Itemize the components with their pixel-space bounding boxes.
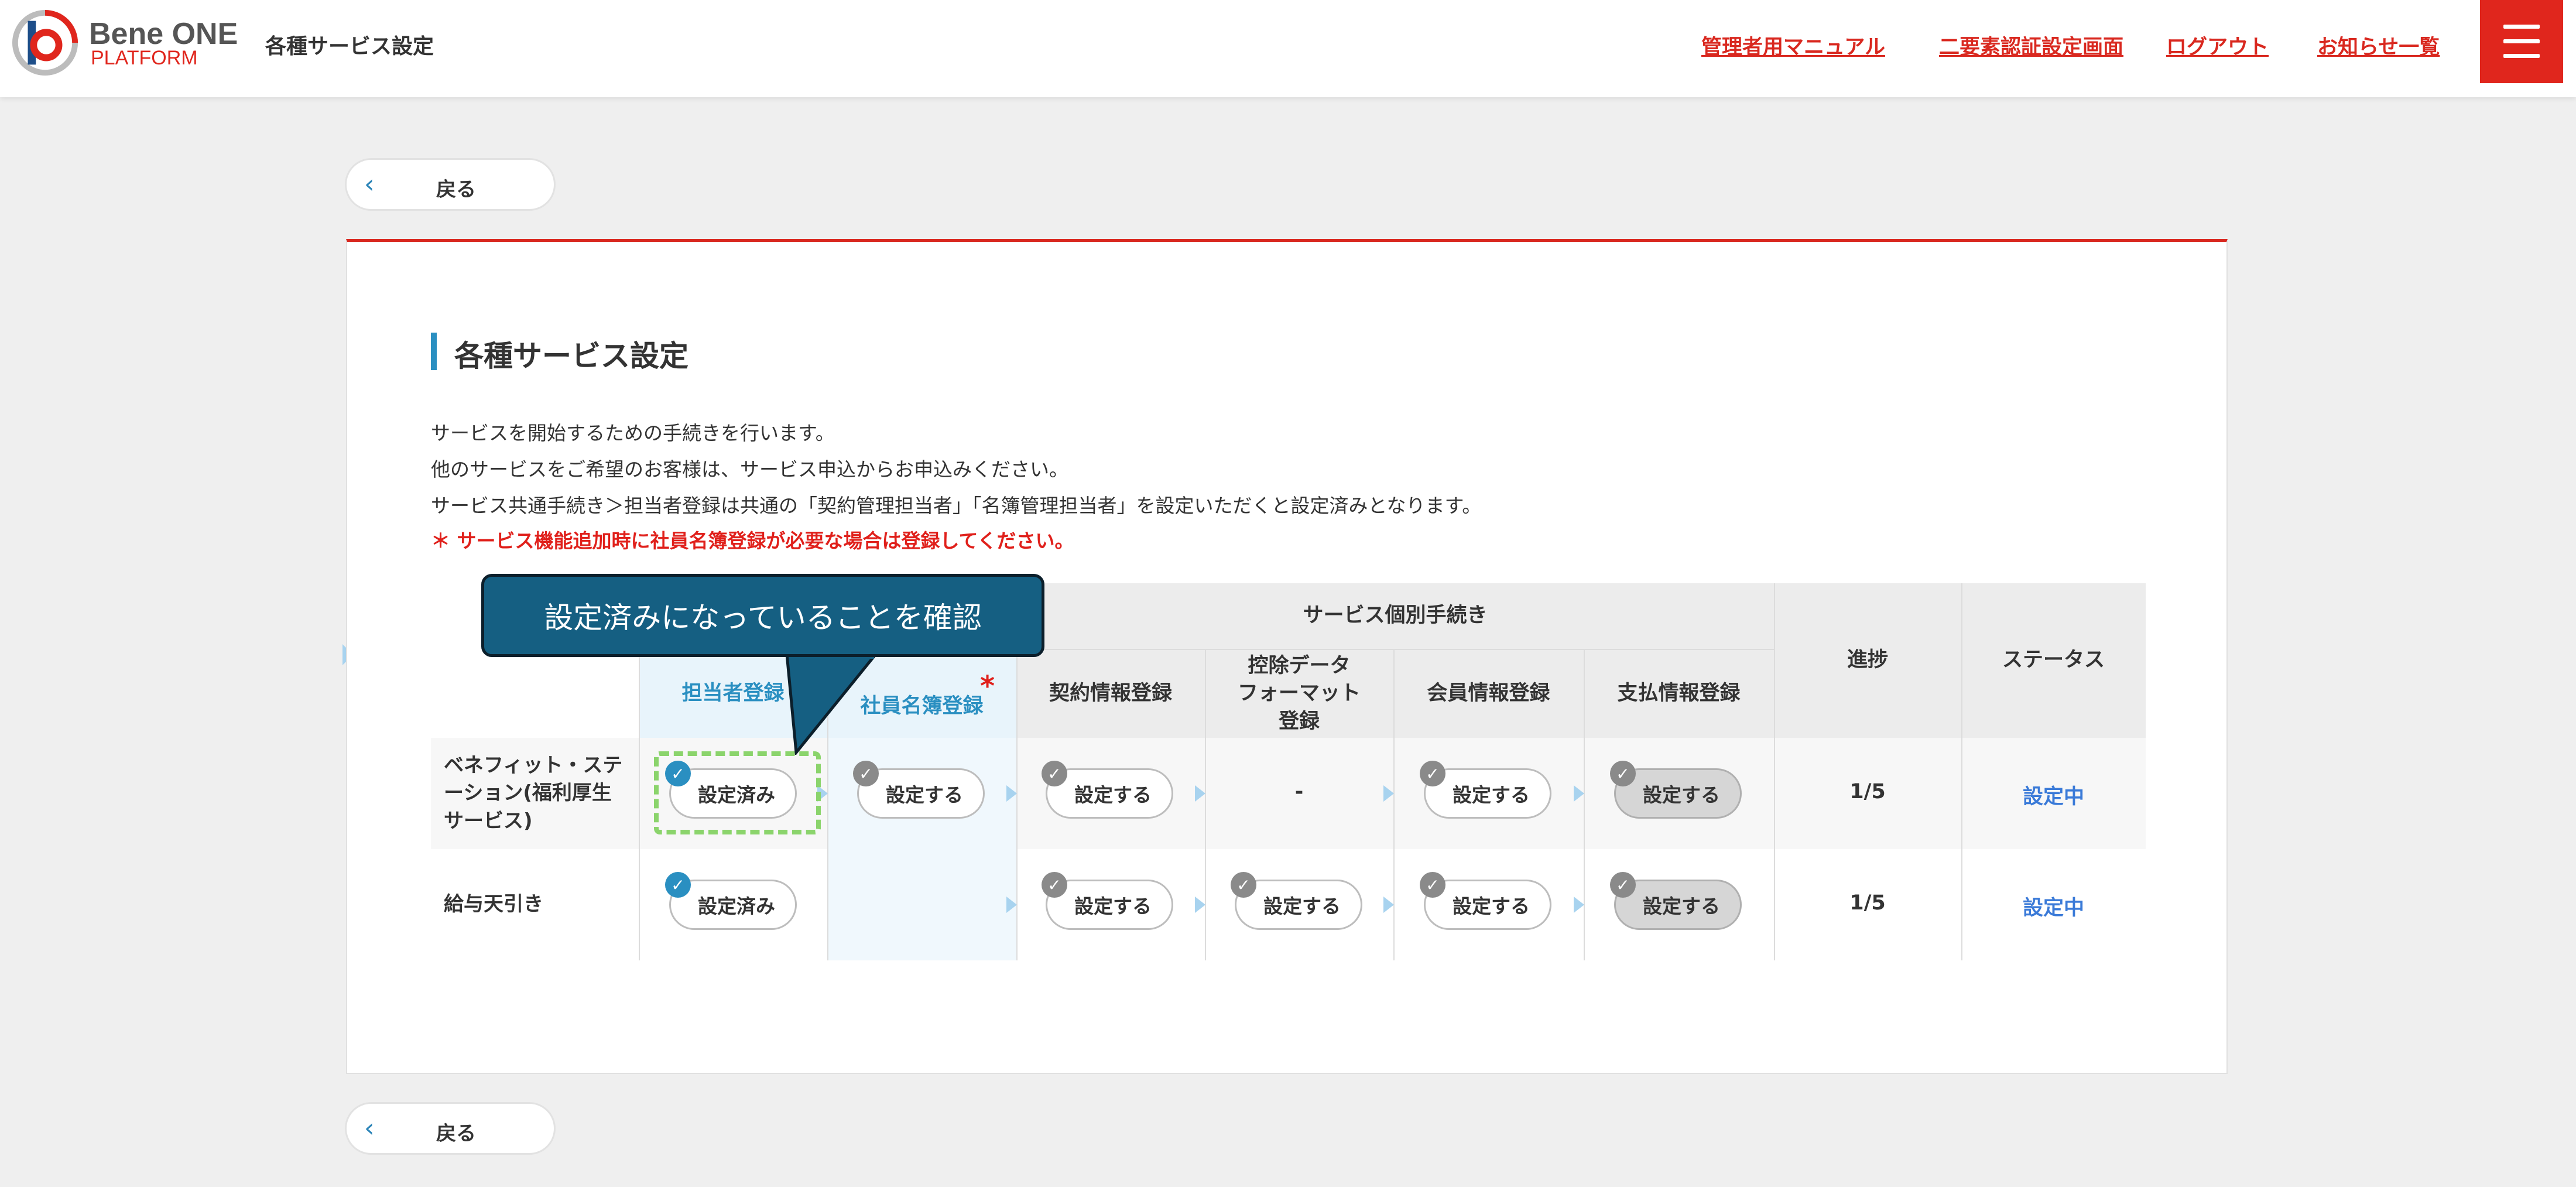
check-icon: ✓ [665, 872, 691, 898]
highlight-box [654, 751, 821, 834]
shiharai-setup-button[interactable]: ✓ 設定する [1610, 761, 1742, 819]
step-arrow-icon [1195, 785, 1205, 802]
col-header-keiyaku: 契約情報登録 [1016, 650, 1205, 738]
col-header-kaiin: 会員情報登録 [1393, 650, 1584, 738]
step-arrow-icon [1574, 897, 1584, 913]
step-arrow-icon [1006, 897, 1017, 913]
admin-manual-link[interactable]: 管理者用マニュアル [1701, 30, 1885, 60]
header-nav: 管理者用マニュアル 二要素認証設定画面 ログアウト お知らせ一覧 [0, 30, 2576, 60]
instruction-callout: 設定済みになっていることを確認 [481, 574, 1044, 657]
hamburger-menu-icon [2503, 25, 2540, 29]
koujo-setup-button[interactable]: ✓ 設定する [1231, 872, 1362, 930]
keiyaku-setup-button[interactable]: ✓ 設定する [1042, 872, 1173, 930]
row-label-benefit-station: ベネフィット・ステ ーション(福利厚生 サービス) [444, 753, 623, 833]
step-arrow-icon [1383, 897, 1394, 913]
back-button-bottom[interactable]: ‹ 戻る [345, 1102, 556, 1155]
check-icon: ✓ [1420, 872, 1445, 898]
app-header: Bene ONE PLATFORM 各種サービス設定 管理者用マニュアル 二要素… [0, 0, 2576, 97]
col-header-status: ステータス [1961, 583, 2146, 738]
step-arrow-icon [1195, 897, 1205, 913]
check-icon: ✓ [1042, 872, 1067, 898]
callout-pointer [785, 654, 878, 755]
meibo-setup-button[interactable]: ✓ 設定する [853, 761, 985, 819]
back-button-label: 戻る [436, 1122, 476, 1145]
group-header-individual: サービス個別手続き [1016, 583, 1774, 650]
description-line-3: サービス共通手続き＞担当者登録は共通の「契約管理担当者」「名簿管理担当者」を設定… [431, 494, 1482, 517]
col-header-shiharai: 支払情報登録 [1584, 650, 1774, 738]
description-line-2: 他のサービスをご希望のお客様は、サービス申込からお申込みください。 [431, 458, 1068, 481]
check-icon: ✓ [1042, 761, 1067, 786]
check-icon: ✓ [1231, 872, 1256, 898]
progress-value: 1/5 [1849, 780, 1886, 803]
back-button-label: 戻る [436, 178, 476, 201]
section-title: 各種サービス設定 [431, 333, 688, 375]
status-link[interactable]: 設定中 [1961, 780, 2146, 810]
progress-value: 1/5 [1849, 891, 1886, 915]
tantou-done-button[interactable]: ✓ 設定済み [665, 872, 797, 930]
status-link[interactable]: 設定中 [1961, 891, 2146, 921]
koujo-not-applicable: - [1294, 780, 1304, 803]
check-icon: ✓ [1610, 872, 1636, 898]
step-arrow-icon [1006, 785, 1017, 802]
description-note: ＊ サービス機能追加時に社員名簿登録が必要な場合は登録してください。 [431, 529, 1074, 552]
col-header-koujo: 控除データ フォーマット 登録 [1205, 650, 1393, 738]
hamburger-menu-button[interactable] [2480, 0, 2563, 83]
check-icon: ✓ [1610, 761, 1636, 786]
back-button-top[interactable]: ‹ 戻る [345, 158, 556, 211]
check-icon: ✓ [1420, 761, 1445, 786]
shiharai-setup-button[interactable]: ✓ 設定する [1610, 872, 1742, 930]
two-factor-settings-link[interactable]: 二要素認証設定画面 [1939, 30, 2123, 60]
row-label-payroll-deduction: 給与天引き [444, 892, 543, 916]
step-arrow-icon [1383, 785, 1394, 802]
description-line-1: サービスを開始するための手続きを行います。 [431, 422, 835, 444]
notices-link[interactable]: お知らせ一覧 [2317, 30, 2440, 60]
required-mark: * [980, 670, 995, 703]
col-header-progress: 進捗 [1774, 583, 1961, 738]
check-icon: ✓ [853, 761, 879, 786]
kaiin-setup-button[interactable]: ✓ 設定する [1420, 872, 1551, 930]
keiyaku-setup-button[interactable]: ✓ 設定する [1042, 761, 1173, 819]
logout-link[interactable]: ログアウト [2166, 30, 2269, 60]
step-arrow-icon [1574, 785, 1584, 802]
kaiin-setup-button[interactable]: ✓ 設定する [1420, 761, 1551, 819]
